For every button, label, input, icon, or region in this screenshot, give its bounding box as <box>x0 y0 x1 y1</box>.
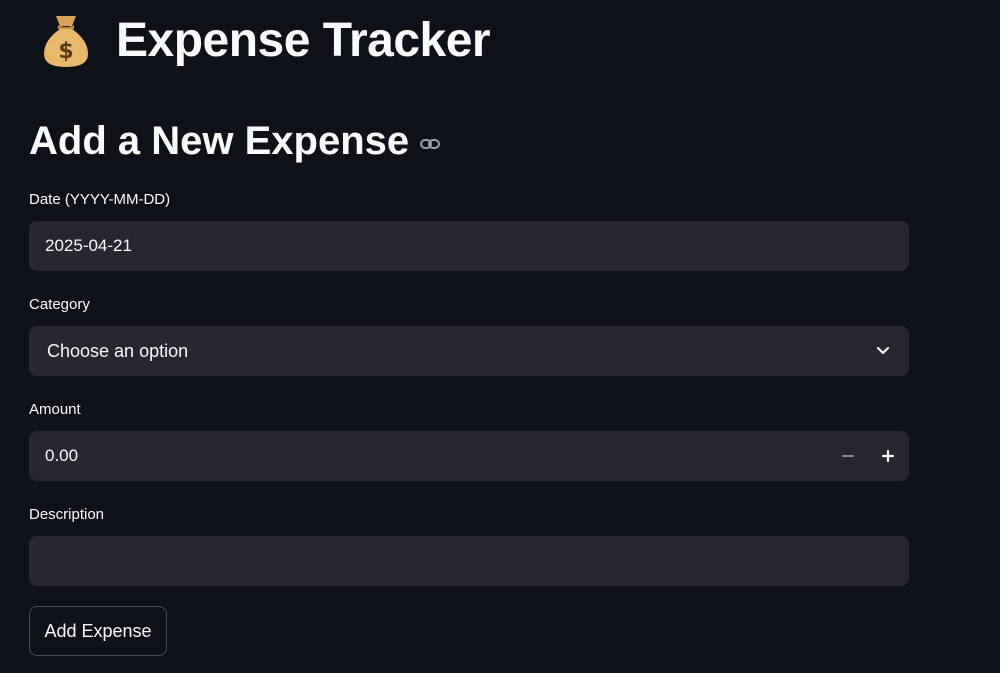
add-expense-button[interactable]: Add Expense <box>29 606 167 656</box>
app-header: $ Expense Tracker <box>38 8 491 72</box>
link-icon[interactable] <box>419 133 441 155</box>
section-title: Add a New Expense <box>29 118 410 163</box>
date-value: 2025-04-21 <box>45 236 132 255</box>
date-label: Date (YYYY-MM-DD) <box>29 191 171 208</box>
category-selected: Choose an option <box>47 341 189 361</box>
app-title: Expense Tracker <box>116 13 491 67</box>
description-input[interactable] <box>29 536 909 586</box>
svg-text:$: $ <box>58 39 73 64</box>
description-label: Description <box>29 506 105 523</box>
amount-label: Amount <box>29 401 81 418</box>
decrement-button[interactable] <box>828 431 868 481</box>
amount-input[interactable]: 0.00 <box>29 431 909 481</box>
section-heading: Add a New Expense <box>29 114 441 168</box>
date-input[interactable]: 2025-04-21 <box>29 221 909 271</box>
plus-icon <box>881 449 895 463</box>
increment-button[interactable] <box>868 431 908 481</box>
minus-icon <box>842 455 854 457</box>
page: $ Expense Tracker Add a New Expense Date… <box>0 0 1000 673</box>
category-select[interactable]: Choose an option <box>29 326 909 376</box>
category-label: Category <box>29 296 90 313</box>
money-bag-icon: $ <box>38 10 94 70</box>
chevron-down-icon <box>875 343 891 359</box>
amount-value: 0.00 <box>45 446 79 465</box>
